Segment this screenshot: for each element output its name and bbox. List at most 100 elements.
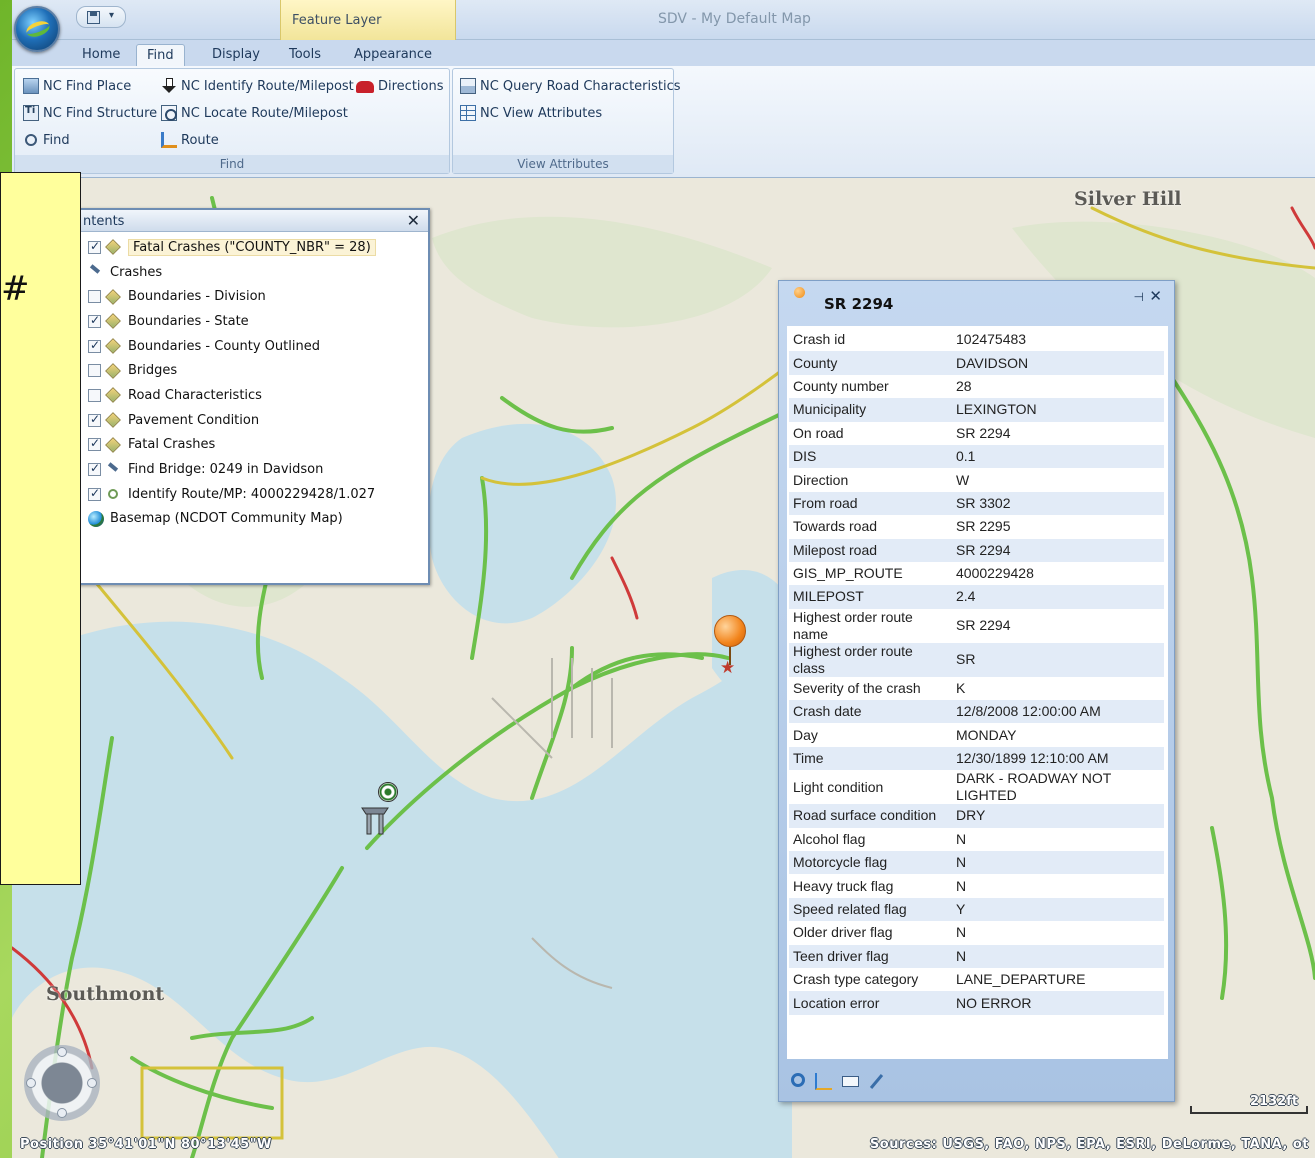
table-row: GIS_MP_ROUTE 4000229428 bbox=[789, 562, 1164, 585]
layer-label: Find Bridge: 0249 in Davidson bbox=[128, 462, 324, 478]
position-readout: Position 35°41'01"N 80°13'45"W bbox=[20, 1137, 272, 1152]
nc-view-attributes-button[interactable]: NC View Attributes bbox=[460, 102, 602, 124]
layer-item[interactable]: Identify Route/MP: 4000229428/1.027 bbox=[88, 482, 424, 507]
attribute-value: SR bbox=[952, 642, 1164, 677]
layer-checkbox[interactable] bbox=[88, 486, 101, 501]
tab-appearance[interactable]: Appearance bbox=[344, 44, 442, 66]
layer-item[interactable]: Find Bridge: 0249 in Davidson bbox=[88, 457, 424, 482]
attribute-name: Day bbox=[793, 726, 818, 743]
layer-label: Identify Route/MP: 4000229428/1.027 bbox=[128, 486, 376, 502]
layer-item[interactable]: Boundaries - Division bbox=[88, 284, 424, 309]
attribute-value: SR 2294 bbox=[952, 538, 1164, 562]
pan-east-icon[interactable] bbox=[87, 1078, 97, 1088]
close-icon[interactable]: ✕ bbox=[407, 211, 420, 230]
table-row: Heavy truck flag N bbox=[789, 874, 1164, 897]
tab-tools[interactable]: Tools bbox=[279, 44, 331, 66]
save-icon[interactable] bbox=[87, 11, 100, 24]
layer-item[interactable]: Crashes bbox=[88, 260, 424, 285]
layer-label: Crashes bbox=[110, 264, 163, 280]
tab-display[interactable]: Display bbox=[202, 44, 270, 66]
route-button[interactable]: Route bbox=[161, 129, 219, 151]
query-icon bbox=[460, 78, 476, 94]
layer-checkbox[interactable] bbox=[88, 461, 101, 477]
attribute-name: County number bbox=[793, 377, 889, 394]
attribute-value: W bbox=[956, 471, 970, 488]
attribute-value: 28 bbox=[956, 377, 972, 394]
layer-item[interactable]: Bridges bbox=[88, 358, 424, 383]
app-logo-icon bbox=[24, 18, 52, 40]
view-attributes-group-label: View Attributes bbox=[453, 155, 673, 173]
related-records-icon[interactable] bbox=[815, 1073, 832, 1090]
nc-locate-route-button[interactable]: NC Locate Route/Milepost bbox=[161, 102, 348, 124]
layer-item[interactable]: Pavement Condition bbox=[88, 408, 424, 433]
edit-icon[interactable] bbox=[869, 1074, 884, 1089]
application-menu-button[interactable] bbox=[14, 6, 60, 52]
table-row: DIS 0.1 bbox=[789, 444, 1164, 469]
layer-checkbox[interactable] bbox=[88, 388, 101, 402]
attribute-value: N bbox=[956, 924, 967, 941]
pin-icon[interactable]: ⊣ bbox=[1134, 290, 1144, 304]
close-icon[interactable]: ✕ bbox=[1149, 287, 1162, 305]
tab-find[interactable]: Find bbox=[136, 44, 185, 66]
zoom-to-icon[interactable] bbox=[791, 1073, 805, 1087]
locate-icon bbox=[161, 105, 177, 121]
layer-checkbox[interactable] bbox=[88, 313, 101, 328]
route-icon bbox=[161, 132, 177, 148]
route-milepost-marker[interactable] bbox=[356, 780, 402, 836]
table-row: Direction W bbox=[789, 468, 1164, 491]
crash-location-marker[interactable]: ★ bbox=[713, 615, 747, 678]
pan-west-icon[interactable] bbox=[26, 1078, 36, 1088]
layer-checkbox[interactable] bbox=[88, 239, 101, 254]
find-button[interactable]: Find bbox=[23, 129, 70, 151]
layer-checkbox[interactable] bbox=[88, 364, 101, 378]
layer-checkbox[interactable] bbox=[88, 436, 101, 452]
pan-south-icon[interactable] bbox=[57, 1108, 67, 1118]
place-label-silver-hill: Silver Hill bbox=[1074, 188, 1182, 210]
nc-identify-route-button[interactable]: NC Identify Route/Milepost bbox=[161, 75, 354, 97]
attribute-name: Towards road bbox=[793, 518, 878, 535]
layer-checkbox[interactable] bbox=[88, 338, 101, 353]
tab-home[interactable]: Home bbox=[72, 44, 130, 66]
layer-item[interactable]: Boundaries - County Outlined bbox=[88, 334, 424, 359]
place-label-southmont: Southmont bbox=[46, 983, 165, 1005]
table-row: Towards road SR 2295 bbox=[789, 515, 1164, 538]
nc-find-place-button[interactable]: NC Find Place bbox=[23, 75, 131, 97]
map-navigation-control[interactable] bbox=[24, 1045, 100, 1121]
attribute-name: Municipality bbox=[789, 398, 952, 422]
pan-north-icon[interactable] bbox=[57, 1047, 67, 1057]
table-row: On road SR 2294 bbox=[789, 422, 1164, 445]
attribute-value: SR 2294 bbox=[956, 617, 1011, 634]
table-row: Highest order route class SR bbox=[789, 642, 1164, 677]
attribute-value: LANE_DEPARTURE bbox=[956, 971, 1086, 988]
layer-checkbox[interactable] bbox=[88, 290, 101, 304]
slide-callout-box: # bbox=[0, 172, 81, 885]
qat-dropdown-icon[interactable]: ▾ bbox=[109, 10, 114, 21]
email-icon[interactable] bbox=[842, 1076, 859, 1087]
layer-item[interactable]: Basemap (NCDOT Community Map) bbox=[88, 507, 424, 532]
table-icon bbox=[460, 105, 476, 121]
layer-item[interactable]: Fatal Crashes ("COUNTY_NBR" = 28) bbox=[88, 235, 424, 260]
nc-find-structure-button[interactable]: NC Find Structure bbox=[23, 102, 157, 124]
popup-toolbar bbox=[791, 1073, 884, 1090]
layer-icon bbox=[105, 436, 121, 453]
attribute-name: Severity of the crash bbox=[793, 679, 921, 696]
scale-bar bbox=[1190, 1106, 1308, 1114]
quick-access-toolbar[interactable]: ▾ bbox=[76, 6, 126, 28]
table-row: County number 28 bbox=[789, 375, 1164, 398]
layer-item[interactable]: Road Characteristics bbox=[88, 383, 424, 408]
table-of-contents-panel: ntents ✕ Fatal Crashes ("COUNTY_NBR" = 2… bbox=[76, 208, 430, 585]
ribbon-tabs: Home Find Display Tools Appearance bbox=[12, 40, 1315, 66]
table-row: Light condition DARK - ROADWAY NOT LIGHTE… bbox=[789, 770, 1164, 804]
table-row: Milepost road SR 2294 bbox=[789, 538, 1164, 562]
attribute-value: DARK - ROADWAY NOT LIGHTED bbox=[956, 770, 1112, 804]
layer-item[interactable]: Boundaries - State bbox=[88, 309, 424, 334]
attribute-name: MILEPOST bbox=[789, 585, 952, 609]
table-row: Road surface condition DRY bbox=[789, 804, 1164, 828]
directions-button[interactable]: Directions bbox=[356, 75, 444, 97]
bridge-icon bbox=[361, 807, 389, 835]
nc-query-road-button[interactable]: NC Query Road Characteristics bbox=[460, 75, 681, 97]
ribbon-panel: NC Find Place NC Find Structure Find NC … bbox=[12, 66, 1315, 178]
layer-item[interactable]: Fatal Crashes bbox=[88, 433, 424, 458]
layer-checkbox[interactable] bbox=[88, 412, 101, 427]
layer-icon bbox=[105, 239, 121, 256]
